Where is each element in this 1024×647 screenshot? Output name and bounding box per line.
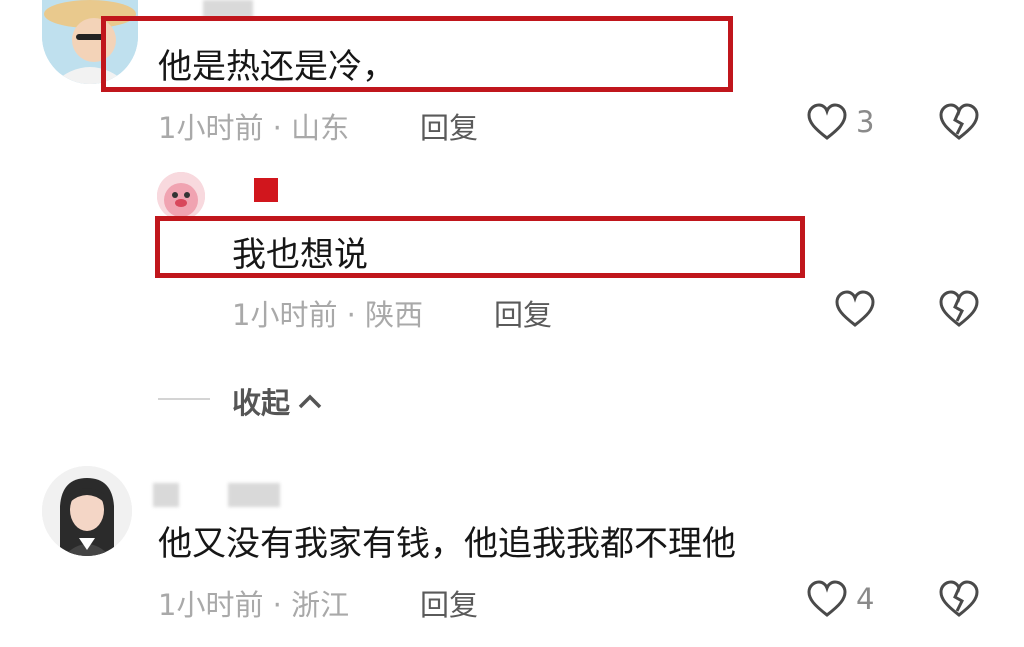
reply-button[interactable]: 回复 (494, 292, 552, 334)
username-redacted (153, 483, 179, 507)
username-redacted (228, 483, 280, 507)
dislike-icon[interactable] (938, 290, 980, 328)
comment-meta: 1小时前 · 浙江 (158, 588, 350, 622)
avatar[interactable] (42, 466, 132, 556)
avatar[interactable] (157, 172, 205, 220)
dislike-icon[interactable] (938, 103, 980, 141)
reply-button[interactable]: 回复 (420, 105, 478, 147)
user-avatar-girl-icon (42, 466, 132, 556)
collapse-label: 收起 (232, 386, 291, 420)
collapse-replies-button[interactable]: 收起 (232, 380, 324, 422)
chevron-up-icon (298, 394, 322, 409)
like-icon[interactable] (806, 103, 848, 141)
like-icon[interactable] (834, 290, 876, 328)
like-icon[interactable] (806, 580, 848, 618)
comment-meta: 1小时前 · 陕西 (232, 298, 424, 332)
comment-text: 他又没有我家有钱，他追我我都不理他 (158, 524, 736, 564)
comment-text: 我也想说 (232, 235, 368, 275)
comment-meta: 1小时前 · 山东 (158, 111, 350, 145)
like-count: 3 (856, 105, 875, 139)
dislike-icon[interactable] (938, 580, 980, 618)
comment-text: 他是热还是冷， (158, 47, 396, 87)
user-avatar-pink-character-icon (157, 172, 205, 220)
username-redacted (254, 178, 278, 202)
reply-button[interactable]: 回复 (420, 582, 478, 624)
like-count: 4 (856, 582, 875, 616)
divider-line (158, 398, 210, 400)
